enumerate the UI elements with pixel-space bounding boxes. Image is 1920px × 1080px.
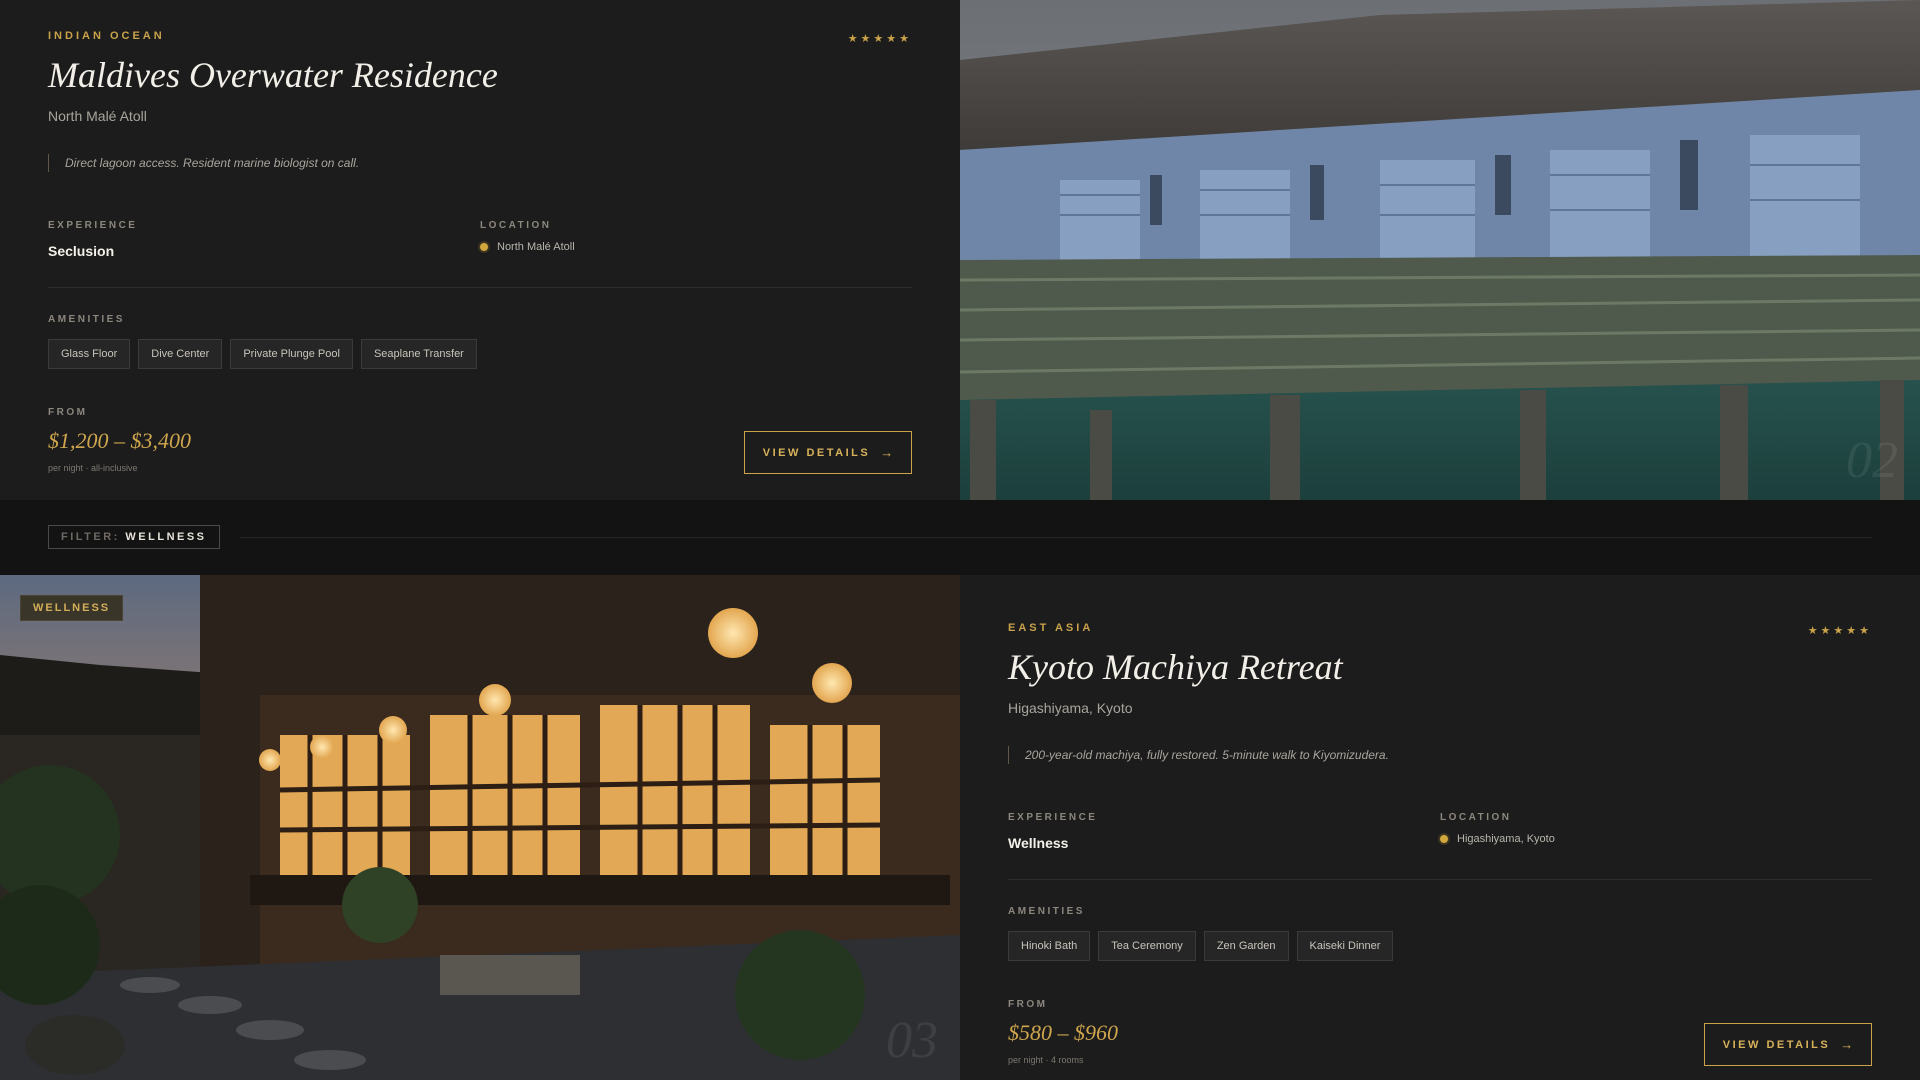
listing-region: INDIAN OCEAN	[48, 30, 165, 42]
filter-key: FILTER:	[61, 531, 120, 543]
view-details-button[interactable]: VIEW DETAILS →	[1704, 1023, 1872, 1066]
amenities-label: AMENITIES	[48, 314, 125, 325]
location-row: Higashiyama, Kyoto	[1440, 833, 1872, 845]
divider	[1008, 879, 1872, 880]
listing-quote: 200-year-old machiya, fully restored. 5-…	[1008, 746, 1872, 764]
listing-title: Maldives Overwater Residence	[48, 55, 498, 95]
filter-value: WELLNESS	[125, 531, 207, 543]
filter-chip[interactable]: FILTER: WELLNESS	[48, 525, 220, 549]
experience-block: EXPERIENCE Seclusion	[48, 220, 480, 259]
location-label: LOCATION	[1440, 812, 1512, 823]
experience-label: EXPERIENCE	[48, 220, 138, 231]
price-block: FROM $580 – $960 per night · 4 rooms VIE…	[1008, 999, 1872, 1066]
location-block: LOCATION North Malé Atoll	[480, 220, 912, 259]
experience-value: Seclusion	[48, 243, 115, 259]
filter-divider	[240, 537, 1872, 538]
location-dot-icon	[1440, 835, 1448, 843]
divider	[48, 287, 912, 288]
star-rating: ★★★★★	[847, 33, 912, 45]
category-tag: WELLNESS	[20, 595, 124, 621]
star-rating: ★★★★★	[1807, 625, 1872, 637]
amenities-list: Glass Floor Dive Center Private Plunge P…	[48, 339, 912, 369]
listing-photo-kyoto: WELLNESS 03	[0, 575, 960, 1080]
listing-index: 02	[1846, 432, 1898, 489]
meta-row: EXPERIENCE Seclusion LOCATION North Malé…	[48, 220, 912, 259]
listing-info: INDIAN OCEAN Maldives Overwater Residenc…	[0, 0, 960, 500]
filter-bar: FILTER: WELLNESS	[0, 500, 1920, 575]
listing-photo-maldives: 02	[960, 0, 1920, 500]
location-dot-icon	[480, 243, 488, 251]
listing-quote: Direct lagoon access. Resident marine bi…	[48, 154, 912, 172]
amenity-chip: Dive Center	[138, 339, 223, 369]
location-label: LOCATION	[480, 220, 552, 231]
location-row: North Malé Atoll	[480, 241, 912, 253]
amenities-label: AMENITIES	[1008, 906, 1085, 917]
location-block: LOCATION Higashiyama, Kyoto	[1440, 812, 1872, 851]
price-block: FROM $1,200 – $3,400 per night · all-inc…	[48, 407, 912, 474]
listing-card-kyoto: WELLNESS 03 EAST ASIA Kyoto Machiya Retr…	[0, 575, 1920, 1080]
amenity-chip: Zen Garden	[1203, 931, 1289, 961]
amenity-chip: Glass Floor	[48, 339, 131, 369]
experience-label: EXPERIENCE	[1008, 812, 1098, 823]
location-value: North Malé Atoll	[497, 241, 575, 253]
amenity-chip: Seaplane Transfer	[360, 339, 477, 369]
listing-info: EAST ASIA Kyoto Machiya Retreat Higashiy…	[960, 575, 1920, 1080]
listing-title: Kyoto Machiya Retreat	[1008, 647, 1343, 687]
listing-subtitle: North Malé Atoll	[48, 108, 147, 124]
machiya-image	[0, 575, 960, 1080]
amenity-chip: Private Plunge Pool	[230, 339, 353, 369]
view-details-label: VIEW DETAILS	[1722, 1038, 1831, 1051]
experience-block: EXPERIENCE Wellness	[1008, 812, 1440, 851]
listing-subtitle: Higashiyama, Kyoto	[1008, 700, 1133, 716]
view-details-label: VIEW DETAILS	[762, 446, 871, 459]
from-label: FROM	[48, 407, 88, 418]
overwater-villas-image	[960, 0, 1920, 500]
arrow-right-icon: →	[1840, 1037, 1854, 1052]
listing-region: EAST ASIA	[1008, 622, 1094, 634]
meta-row: EXPERIENCE Wellness LOCATION Higashiyama…	[1008, 812, 1872, 851]
amenity-chip: Tea Ceremony	[1098, 931, 1196, 961]
from-label: FROM	[1008, 999, 1048, 1010]
location-value: Higashiyama, Kyoto	[1457, 833, 1555, 845]
view-details-button[interactable]: VIEW DETAILS →	[744, 431, 912, 474]
experience-value: Wellness	[1008, 835, 1069, 851]
listing-card-maldives: INDIAN OCEAN Maldives Overwater Residenc…	[0, 0, 1920, 500]
amenity-chip: Kaiseki Dinner	[1296, 931, 1394, 961]
arrow-right-icon: →	[880, 445, 894, 460]
amenity-chip: Hinoki Bath	[1008, 931, 1091, 961]
listing-index: 03	[886, 1012, 938, 1069]
amenities-list: Hinoki Bath Tea Ceremony Zen Garden Kais…	[1008, 931, 1872, 961]
